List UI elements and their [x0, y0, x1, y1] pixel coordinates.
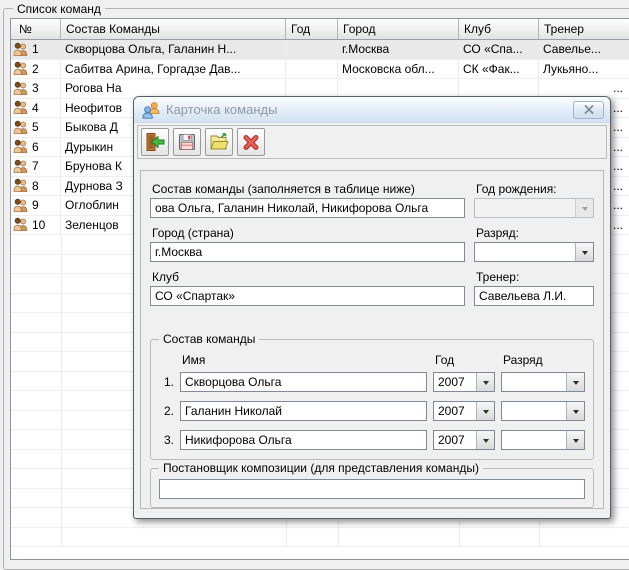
close-x-icon: [584, 105, 594, 114]
team-people-icon: [13, 198, 28, 213]
column-header-year[interactable]: Год: [286, 19, 338, 39]
coach-input[interactable]: Савельева Л.И.: [474, 286, 594, 306]
team-people-icon: [142, 101, 160, 119]
composer-groupbox: Постановщик композиции (для представлени…: [150, 468, 594, 508]
member-row: 1. Скворцова Ольга 2007: [159, 372, 585, 392]
member-year-combobox[interactable]: 2007: [433, 372, 495, 392]
exit-button[interactable]: [141, 128, 169, 156]
team-people-icon: [13, 139, 28, 154]
member-grade-combobox[interactable]: [501, 401, 585, 421]
table-row-empty: [11, 528, 629, 548]
members-groupbox: Состав команды Имя Год Разряд 1. Скворцо…: [150, 339, 594, 460]
member-year-combobox[interactable]: 2007: [433, 401, 495, 421]
club-input[interactable]: СО «Спартак»: [150, 286, 465, 306]
dialog-toolbar: [137, 125, 607, 159]
member-name-input[interactable]: Скворцова Ольга: [180, 372, 427, 392]
delete-button[interactable]: [237, 128, 265, 156]
dialog-content-panel: Состав команды (заполняется в таблице ни…: [140, 170, 604, 509]
folder-export-icon: [209, 132, 229, 152]
member-index: 2.: [159, 404, 174, 418]
team-composition-label: Состав команды (заполняется в таблице ни…: [150, 179, 465, 198]
team-people-icon: [13, 120, 28, 135]
member-col-name: Имя: [180, 353, 427, 367]
city-label: Город (страна): [150, 223, 465, 242]
member-index: 1.: [159, 375, 174, 389]
member-grade-combobox[interactable]: [501, 372, 585, 392]
grade-label: Разряд:: [474, 223, 594, 242]
team-people-icon: [13, 61, 28, 76]
chevron-down-icon[interactable]: [566, 402, 584, 420]
chevron-down-icon[interactable]: [476, 431, 494, 449]
column-header-coach[interactable]: Тренер: [539, 19, 629, 39]
save-floppy-icon: [177, 132, 197, 152]
member-year-combobox[interactable]: 2007: [433, 430, 495, 450]
column-header-num[interactable]: №: [11, 19, 61, 39]
composer-group-title: Постановщик композиции (для представлени…: [159, 461, 483, 475]
team-list-group-title: Список команд: [13, 2, 105, 16]
club-label: Клуб: [150, 267, 465, 286]
team-people-icon: [13, 217, 28, 232]
city-input[interactable]: г.Москва: [150, 242, 465, 262]
close-button[interactable]: [573, 101, 604, 119]
exit-door-icon: [145, 132, 165, 152]
column-header-city[interactable]: Город: [338, 19, 459, 39]
export-button[interactable]: [205, 128, 233, 156]
team-people-icon: [13, 81, 28, 96]
chevron-down-icon[interactable]: [566, 373, 584, 391]
member-col-grade: Разряд: [501, 353, 585, 367]
chevron-down-icon[interactable]: [575, 243, 593, 261]
save-button[interactable]: [173, 128, 201, 156]
member-row: 2. Галанин Николай 2007: [159, 401, 585, 421]
chevron-down-icon[interactable]: [566, 431, 584, 449]
team-table-header: № Состав Команды Год Город Клуб Тренер: [11, 19, 629, 40]
coach-label: Тренер:: [474, 267, 594, 286]
member-grade-combobox[interactable]: [501, 430, 585, 450]
team-composition-input[interactable]: ова Ольга, Галанин Николай, Никифорова О…: [150, 198, 465, 218]
chevron-down-icon[interactable]: [476, 402, 494, 420]
table-row[interactable]: 2 Сабитва Арина, Горгадзе Дав... Московс…: [11, 60, 629, 80]
member-row: 3. Никифорова Ольга 2007: [159, 430, 585, 450]
members-group-title: Состав команды: [159, 332, 259, 346]
chevron-down-icon: [575, 199, 593, 217]
team-people-icon: [13, 159, 28, 174]
table-row[interactable]: 1 Скворцова Ольга, Галанин Н... г.Москва…: [11, 40, 629, 60]
composer-input[interactable]: [159, 479, 585, 499]
dialog-title: Карточка команды: [166, 102, 277, 117]
column-header-team[interactable]: Состав Команды: [61, 19, 286, 39]
member-index: 3.: [159, 433, 174, 447]
column-header-club[interactable]: Клуб: [459, 19, 539, 39]
team-people-icon: [13, 42, 28, 57]
member-name-input[interactable]: Галанин Николай: [180, 401, 427, 421]
birth-year-label: Год рождения:: [474, 179, 594, 198]
team-card-dialog: Карточка команды Состав команды (заполня…: [133, 96, 611, 519]
member-name-input[interactable]: Никифорова Ольга: [180, 430, 427, 450]
delete-x-icon: [241, 132, 261, 152]
member-col-year: Год: [433, 353, 495, 367]
dialog-titlebar[interactable]: Карточка команды: [134, 97, 610, 123]
team-people-icon: [13, 178, 28, 193]
chevron-down-icon[interactable]: [476, 373, 494, 391]
grade-combobox[interactable]: [474, 242, 594, 262]
team-people-icon: [13, 100, 28, 115]
birth-year-combobox: [474, 198, 594, 218]
